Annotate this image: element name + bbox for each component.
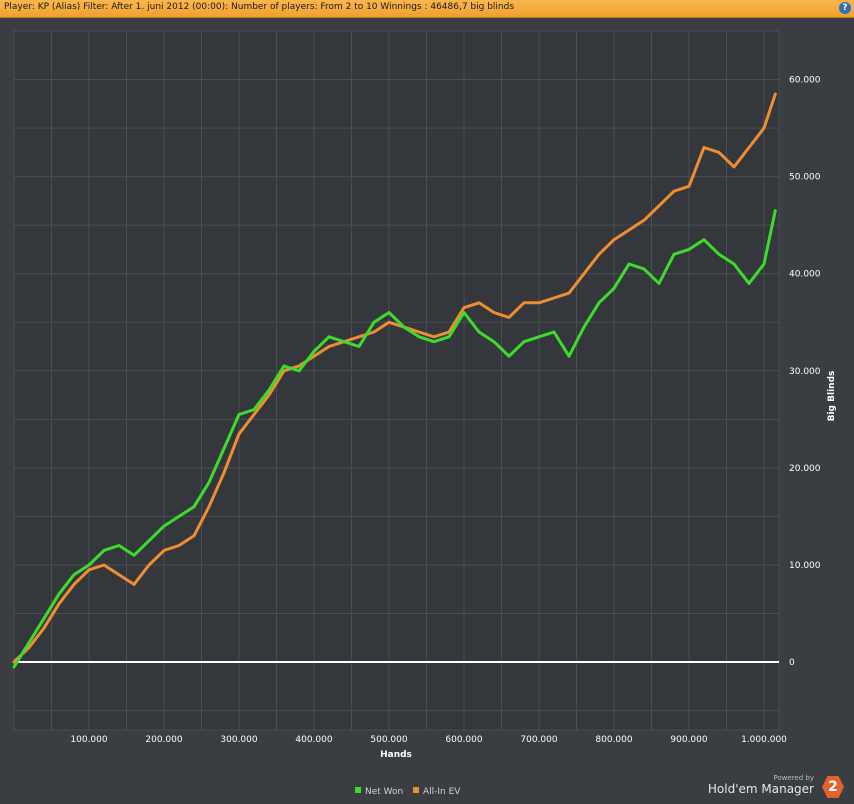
x-tick-label: 200.000 — [145, 735, 182, 745]
legend: Net Won All-In EV — [355, 787, 461, 797]
x-tick-label: 1.000.000 — [741, 735, 787, 745]
x-tick-label: 600.000 — [445, 735, 482, 745]
x-tick-label: 300.000 — [220, 735, 257, 745]
title-bar: Player: KP (Alias) Filter: After 1. juni… — [0, 0, 854, 18]
filter-summary: Player: KP (Alias) Filter: After 1. juni… — [4, 2, 515, 12]
legend-swatch-all-in-ev — [413, 787, 419, 793]
x-tick-label: 100.000 — [70, 735, 107, 745]
x-axis-label: Hands — [380, 750, 412, 760]
y-tick-label: 30.000 — [789, 367, 821, 377]
x-tick-label: 500.000 — [370, 735, 407, 745]
powered-by-text: Powered by — [773, 774, 814, 782]
legend-label-net-won: Net Won — [365, 787, 403, 797]
help-icon[interactable]: ? — [839, 2, 851, 14]
y-tick-label: 20.000 — [789, 464, 821, 474]
hem-logo-icon: 2 — [822, 776, 844, 798]
x-axis-ticks: 100.000 200.000 300.000 400.000 500.000 600.0… — [70, 735, 787, 745]
y-axis-label: Big Blinds — [827, 371, 837, 422]
y-axis-ticks: 0 10.000 20.000 30.000 40.000 50.000 60.000 — [789, 76, 821, 669]
plot-area — [13, 30, 780, 731]
legend-label-all-in-ev: All-In EV — [423, 787, 461, 797]
y-tick-label: 10.000 — [789, 561, 821, 571]
x-tick-label: 900.000 — [670, 735, 707, 745]
y-tick-label: 60.000 — [789, 76, 821, 86]
x-tick-label: 400.000 — [295, 735, 332, 745]
legend-swatch-net-won — [355, 787, 361, 793]
y-tick-label: 0 — [789, 658, 795, 668]
hem-branding: Powered by Hold'em Manager 2 — [708, 774, 848, 800]
x-tick-label: 700.000 — [520, 735, 557, 745]
x-tick-label: 800.000 — [595, 735, 632, 745]
winnings-graph: 100.000 200.000 300.000 400.000 500.000 600.0… — [12, 30, 837, 797]
y-tick-label: 40.000 — [789, 270, 821, 280]
product-name: Hold'em Manager — [707, 782, 814, 796]
y-tick-label: 50.000 — [789, 173, 821, 183]
